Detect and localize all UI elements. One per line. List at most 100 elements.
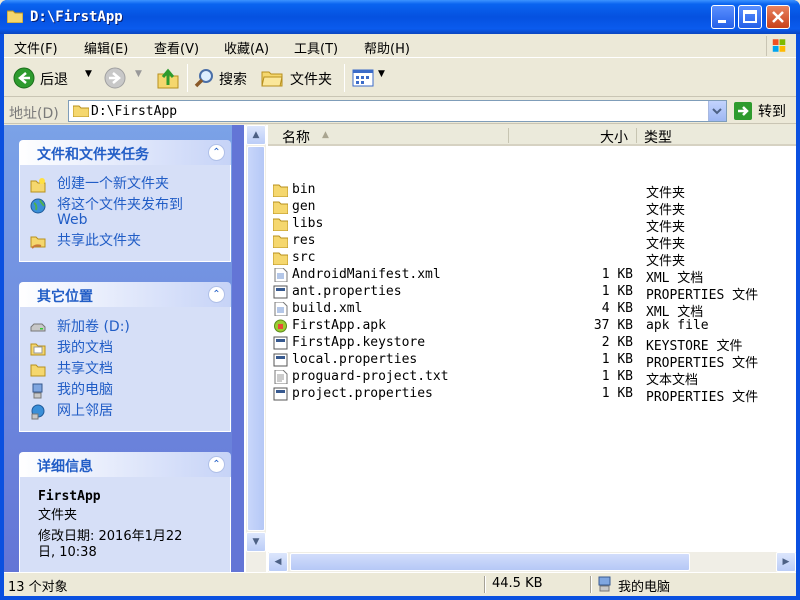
generic-file-icon (273, 353, 288, 367)
folders-label: 文件夹 (290, 72, 332, 88)
file-row[interactable]: bin 文件夹 (268, 182, 796, 201)
back-label: 后退 (40, 72, 68, 88)
file-name: src (292, 250, 316, 265)
publish-web-icon (30, 198, 46, 214)
scroll-thumb[interactable] (290, 553, 690, 571)
address-bar: 地址(D) D:\FirstApp 转到 (4, 98, 796, 124)
column-separator[interactable] (508, 128, 509, 143)
menu-help[interactable]: 帮助(H) (364, 38, 410, 57)
column-separator[interactable] (636, 128, 637, 143)
file-row[interactable]: AndroidManifest.xml 1 KB XML 文档 (268, 267, 796, 286)
windows-logo-icon (766, 36, 786, 56)
place-drive-d-label: 新加卷 (D:) (57, 319, 130, 335)
status-bar: 13 个对象 44.5 KB 我的电脑 (4, 572, 796, 595)
file-row[interactable]: project.properties 1 KB PROPERTIES 文件 (268, 386, 796, 405)
back-button[interactable]: 后退 ▼ (10, 59, 95, 97)
apk-file-icon (274, 319, 287, 333)
forward-button[interactable]: ▼ (104, 59, 149, 97)
file-row[interactable]: FirstApp.keystore 2 KB KEYSTORE 文件 (268, 335, 796, 354)
horizontal-scrollbar[interactable]: ◀ ▶ (268, 552, 796, 572)
up-folder-button[interactable] (154, 59, 184, 97)
maximize-button[interactable] (738, 5, 762, 29)
file-row[interactable]: proguard-project.txt 1 KB 文本文档 (268, 369, 796, 388)
address-label: 地址(D) (9, 106, 59, 122)
file-name: project.properties (292, 386, 433, 401)
close-button[interactable] (766, 5, 790, 29)
back-arrow-icon (13, 67, 35, 89)
generic-file-icon (273, 285, 288, 299)
back-dropdown-icon[interactable]: ▼ (85, 69, 92, 79)
file-row[interactable]: src 文件夹 (268, 250, 796, 269)
place-shared-documents-label: 共享文档 (57, 361, 113, 377)
task-publish-web-label-2: Web (57, 212, 88, 228)
go-button[interactable]: 转到 (734, 101, 794, 121)
file-row[interactable]: res 文件夹 (268, 233, 796, 252)
column-size[interactable]: 大小 (600, 127, 628, 146)
file-name: ant.properties (292, 284, 402, 299)
share-folder-icon (30, 236, 46, 249)
toolbar-separator (344, 64, 345, 92)
file-tasks-header[interactable]: 文件和文件夹任务 ⌃ (19, 140, 231, 165)
file-row[interactable]: local.properties 1 KB PROPERTIES 文件 (268, 352, 796, 371)
title-bar[interactable]: D:\FirstApp (0, 0, 800, 34)
menu-edit[interactable]: 编辑(E) (84, 38, 128, 57)
file-row[interactable]: ant.properties 1 KB PROPERTIES 文件 (268, 284, 796, 303)
file-size: 2 KB (601, 335, 633, 350)
address-dropdown-button[interactable] (708, 101, 726, 121)
my-computer-icon (598, 576, 611, 592)
go-arrow-icon (734, 102, 752, 120)
menu-view[interactable]: 查看(V) (154, 38, 199, 57)
views-icon (352, 69, 374, 87)
menu-file[interactable]: 文件(F) (14, 38, 58, 57)
menu-tools[interactable]: 工具(T) (294, 38, 338, 57)
file-size: 1 KB (601, 352, 633, 367)
file-name: proguard-project.txt (292, 369, 449, 384)
column-type[interactable]: 类型 (644, 127, 672, 146)
collapse-icon[interactable]: ⌃ (208, 456, 225, 473)
scroll-right-arrow-icon[interactable]: ▶ (776, 552, 796, 572)
task-pane-edge (232, 125, 244, 572)
collapse-icon[interactable]: ⌃ (208, 286, 225, 303)
scroll-down-arrow-icon[interactable]: ▼ (246, 532, 266, 552)
vertical-scrollbar[interactable]: ▲ ▼ (246, 125, 266, 572)
views-button[interactable]: ▼ (350, 59, 390, 97)
scroll-thumb[interactable] (247, 146, 265, 531)
collapse-icon[interactable]: ⌃ (208, 144, 225, 161)
status-location: 我的电脑 (618, 580, 671, 595)
toolbar-separator (187, 64, 188, 92)
drive-icon (30, 323, 46, 332)
search-button[interactable]: 搜索 (192, 59, 252, 97)
search-icon (194, 69, 213, 88)
file-list-area: ▲ ▼ 名称 ▲ 大小 类型 bin 文件夹 gen 文件夹 libs 文件夹 res 文件夹… (244, 125, 796, 572)
place-network-label: 网上邻居 (57, 403, 113, 419)
menu-favorites[interactable]: 收藏(A) (224, 38, 269, 57)
details-title: 详细信息 (37, 459, 93, 475)
other-places-header[interactable]: 其它位置 ⌃ (19, 282, 231, 307)
shared-documents-icon (30, 364, 46, 377)
address-input[interactable]: D:\FirstApp (68, 100, 727, 122)
folder-icon (273, 201, 288, 214)
file-row[interactable]: libs 文件夹 (268, 216, 796, 235)
file-tasks-body: 创建一个新文件夹 将这个文件夹发布到 Web 共享此文件夹 (19, 165, 231, 262)
file-name: gen (292, 199, 316, 214)
scroll-up-arrow-icon[interactable]: ▲ (246, 125, 266, 145)
minimize-button[interactable] (711, 5, 735, 29)
my-documents-icon (30, 343, 46, 356)
generic-file-icon (273, 336, 288, 350)
folders-button[interactable]: 文件夹 (259, 59, 339, 97)
my-computer-icon (32, 383, 43, 399)
place-my-documents-label: 我的文档 (57, 340, 113, 356)
file-type: apk file (646, 318, 709, 333)
status-size: 44.5 KB (492, 576, 543, 591)
column-name[interactable]: 名称 (282, 127, 310, 146)
details-header[interactable]: 详细信息 ⌃ (19, 452, 231, 477)
file-row[interactable]: FirstApp.apk 37 KB apk file (268, 318, 796, 335)
forward-dropdown-icon[interactable]: ▼ (135, 69, 142, 79)
file-size: 37 KB (593, 318, 633, 333)
scroll-left-arrow-icon[interactable]: ◀ (268, 552, 288, 572)
views-dropdown-icon[interactable]: ▼ (378, 69, 385, 79)
file-row[interactable]: build.xml 4 KB XML 文档 (268, 301, 796, 320)
folder-icon (273, 235, 288, 248)
file-size: 4 KB (601, 301, 633, 316)
file-row[interactable]: gen 文件夹 (268, 199, 796, 218)
